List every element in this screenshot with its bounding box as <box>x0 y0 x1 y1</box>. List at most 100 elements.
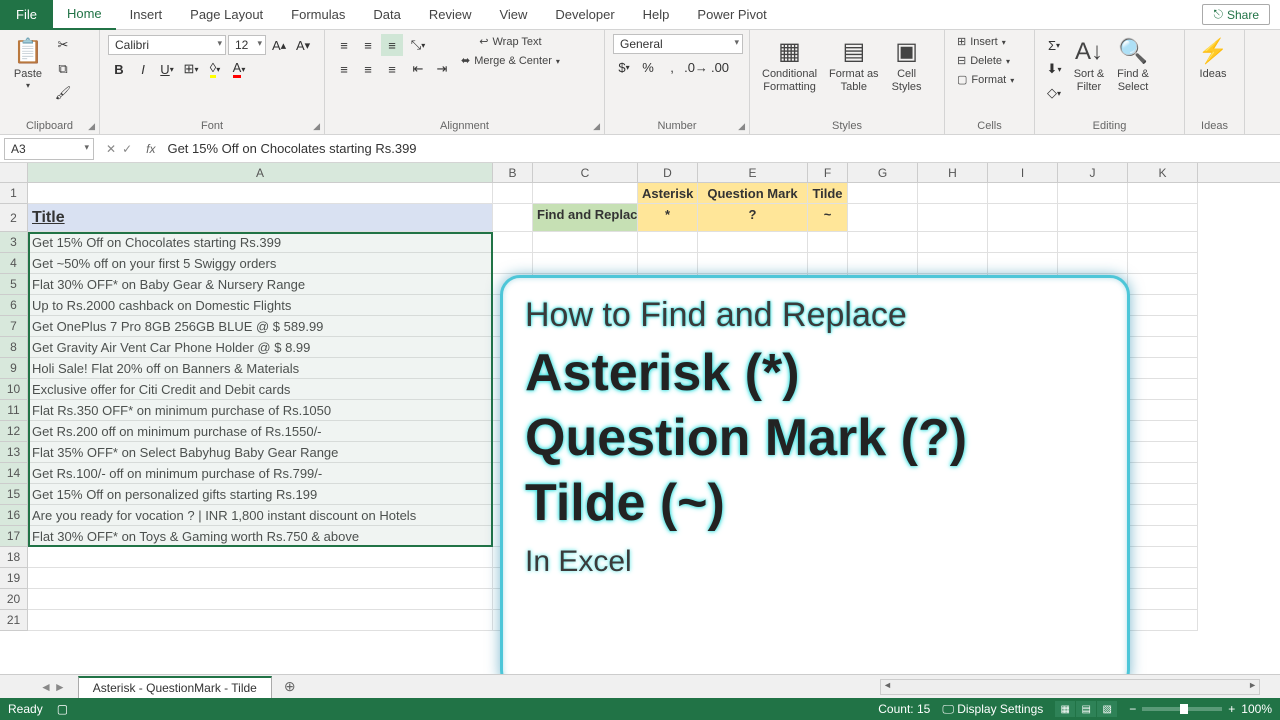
row-header[interactable]: 13 <box>0 442 28 463</box>
decrease-font-button[interactable]: A▾ <box>292 34 314 56</box>
sheet-nav-last-icon[interactable]: ► <box>54 680 66 694</box>
view-normal-button[interactable]: ▦ <box>1055 701 1075 717</box>
percent-button[interactable]: % <box>637 56 659 78</box>
row-header[interactable]: 16 <box>0 505 28 526</box>
cell[interactable] <box>988 253 1058 274</box>
row-header[interactable]: 5 <box>0 274 28 295</box>
cell[interactable] <box>638 232 698 253</box>
cell[interactable] <box>848 253 918 274</box>
wrap-text-button[interactable]: ↩Wrap Text <box>457 34 564 51</box>
column-header-D[interactable]: D <box>638 163 698 182</box>
cell[interactable] <box>533 232 638 253</box>
row-header[interactable]: 12 <box>0 421 28 442</box>
format-painter-button[interactable]: 🖌 <box>52 82 74 104</box>
tab-data[interactable]: Data <box>359 0 414 30</box>
copy-button[interactable]: ⧉ <box>52 58 74 80</box>
name-box[interactable]: A3 <box>4 138 94 160</box>
row-header[interactable]: 15 <box>0 484 28 505</box>
cell[interactable] <box>988 183 1058 204</box>
font-color-button[interactable]: A▾ <box>228 58 250 80</box>
cell[interactable] <box>1128 589 1198 610</box>
zoom-in-icon[interactable]: + <box>1228 702 1235 716</box>
cell[interactable] <box>28 610 493 631</box>
accounting-format-button[interactable]: $▾ <box>613 56 635 78</box>
cell[interactable]: Exclusive offer for Citi Credit and Debi… <box>28 379 493 400</box>
cell[interactable]: Title <box>28 204 493 232</box>
new-sheet-button[interactable]: ⊕ <box>274 678 306 695</box>
row-header[interactable]: 21 <box>0 610 28 631</box>
cell[interactable] <box>808 232 848 253</box>
column-header-H[interactable]: H <box>918 163 988 182</box>
cell[interactable] <box>1128 358 1198 379</box>
tab-page-layout[interactable]: Page Layout <box>176 0 277 30</box>
row-header[interactable]: 2 <box>0 204 28 232</box>
cell[interactable] <box>1128 547 1198 568</box>
horizontal-scrollbar[interactable] <box>880 679 1260 695</box>
comma-button[interactable]: , <box>661 56 683 78</box>
dialog-launcher-icon[interactable]: ◢ <box>88 121 95 132</box>
cell[interactable] <box>1128 253 1198 274</box>
cell[interactable] <box>1128 337 1198 358</box>
row-header[interactable]: 19 <box>0 568 28 589</box>
cell[interactable]: Flat 35% OFF* on Select Babyhug Baby Gea… <box>28 442 493 463</box>
row-header[interactable]: 8 <box>0 337 28 358</box>
cell[interactable]: Question Mark <box>698 183 808 204</box>
enter-formula-icon[interactable]: ✓ <box>122 142 132 156</box>
row-header[interactable]: 18 <box>0 547 28 568</box>
file-tab[interactable]: File <box>0 0 53 30</box>
align-left-button[interactable]: ≡ <box>333 58 355 80</box>
cell[interactable] <box>698 232 808 253</box>
row-header[interactable]: 4 <box>0 253 28 274</box>
cell[interactable] <box>1058 183 1128 204</box>
cell[interactable] <box>1128 421 1198 442</box>
tab-formulas[interactable]: Formulas <box>277 0 359 30</box>
cell[interactable]: Up to Rs.2000 cashback on Domestic Fligh… <box>28 295 493 316</box>
row-header[interactable]: 11 <box>0 400 28 421</box>
cell[interactable]: Get Gravity Air Vent Car Phone Holder @ … <box>28 337 493 358</box>
cell[interactable] <box>1128 295 1198 316</box>
increase-decimal-button[interactable]: .0→ <box>685 56 707 78</box>
cell[interactable]: Asterisk <box>638 183 698 204</box>
row-header[interactable]: 3 <box>0 232 28 253</box>
align-bottom-button[interactable]: ≡ <box>381 34 403 56</box>
orientation-button[interactable]: ⤡▾ <box>407 34 429 56</box>
cell[interactable] <box>918 204 988 232</box>
increase-font-button[interactable]: A▴ <box>268 34 290 56</box>
macro-record-icon[interactable]: ▢ <box>57 702 68 716</box>
row-header[interactable]: 1 <box>0 183 28 204</box>
cell[interactable] <box>638 253 698 274</box>
italic-button[interactable]: I <box>132 58 154 80</box>
zoom-level[interactable]: 100% <box>1241 702 1272 716</box>
bold-button[interactable]: B <box>108 58 130 80</box>
format-cells-button[interactable]: ▢Format▾ <box>953 72 1018 89</box>
cell[interactable]: ? <box>698 204 808 232</box>
cell[interactable] <box>918 232 988 253</box>
find-select-button[interactable]: 🔍 Find & Select <box>1113 34 1153 96</box>
fx-icon[interactable]: fx <box>140 142 161 156</box>
tab-power-pivot[interactable]: Power Pivot <box>683 0 780 30</box>
cell[interactable]: Find and Replace <box>533 204 638 232</box>
tab-view[interactable]: View <box>485 0 541 30</box>
cell[interactable] <box>533 253 638 274</box>
cell[interactable] <box>848 183 918 204</box>
cell[interactable]: Get OnePlus 7 Pro 8GB 256GB BLUE @ $ 589… <box>28 316 493 337</box>
column-header-E[interactable]: E <box>698 163 808 182</box>
cell[interactable] <box>1128 183 1198 204</box>
autosum-button[interactable]: Σ▾ <box>1043 34 1065 56</box>
cell[interactable] <box>493 183 533 204</box>
cell[interactable]: ~ <box>808 204 848 232</box>
tab-insert[interactable]: Insert <box>116 0 177 30</box>
fill-color-button[interactable]: ◊▾ <box>204 58 226 80</box>
align-middle-button[interactable]: ≡ <box>357 34 379 56</box>
decrease-indent-button[interactable]: ⇤ <box>407 58 429 80</box>
column-header-B[interactable]: B <box>493 163 533 182</box>
cell[interactable]: Holi Sale! Flat 20% off on Banners & Mat… <box>28 358 493 379</box>
cell-styles-button[interactable]: ▣ Cell Styles <box>887 34 927 96</box>
cell[interactable] <box>1058 204 1128 232</box>
decrease-decimal-button[interactable]: .00 <box>709 56 731 78</box>
column-header-C[interactable]: C <box>533 163 638 182</box>
formula-input[interactable]: Get 15% Off on Chocolates starting Rs.39… <box>161 138 1280 159</box>
row-header[interactable]: 17 <box>0 526 28 547</box>
sheet-nav-first-icon[interactable]: ◄ <box>40 680 52 694</box>
cell[interactable] <box>1128 568 1198 589</box>
